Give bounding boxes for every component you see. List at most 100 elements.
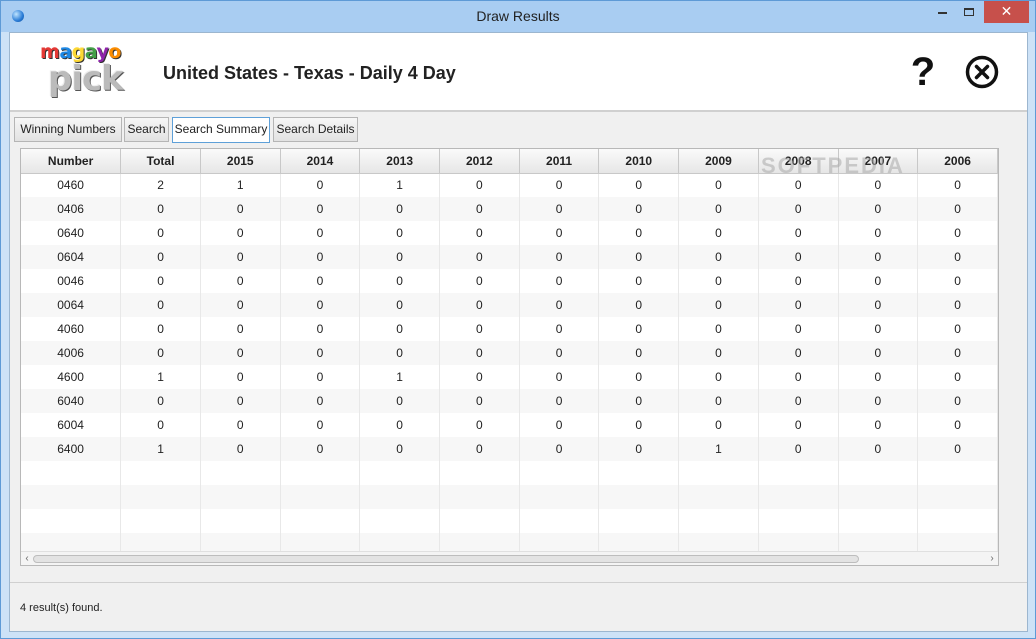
table-row[interactable]: 4060 0 0 0 0 0 0 0 0 0 0 0 [21, 317, 998, 341]
table-cell: 0 [280, 413, 361, 437]
table-cell: 0 [758, 221, 839, 245]
empty-cell [758, 509, 839, 533]
close-circle-icon [965, 55, 999, 89]
table-row[interactable]: 0046 0 0 0 0 0 0 0 0 0 0 0 [21, 269, 998, 293]
title-bar[interactable]: Draw Results ✕ [1, 1, 1035, 32]
table-cell: 0 [519, 317, 600, 341]
table-cell: 0 [758, 245, 839, 269]
table-cell: 0 [678, 173, 759, 197]
table-cell: 6400 [21, 437, 122, 461]
table-cell: 0 [439, 245, 520, 269]
empty-cell [280, 485, 361, 509]
table-cell: 0 [519, 197, 600, 221]
table-cell: 0 [359, 317, 440, 341]
table-cell: 0 [917, 245, 998, 269]
table-row[interactable]: 0604 0 0 0 0 0 0 0 0 0 0 0 [21, 245, 998, 269]
table-cell: 0 [519, 173, 600, 197]
scroll-right-icon[interactable]: › [986, 552, 998, 565]
table-cell: 0 [280, 317, 361, 341]
empty-cell [120, 461, 201, 485]
table-cell: 0460 [21, 173, 122, 197]
column-header[interactable]: Number [21, 149, 122, 174]
window-close-button[interactable]: ✕ [984, 1, 1029, 23]
column-header[interactable]: 2006 [917, 149, 998, 174]
table-cell: 0 [439, 221, 520, 245]
tab-search[interactable]: Search [124, 117, 169, 142]
table-header-row: Number Total 2015 2014 2013 2012 2011 2010 2009 2… [21, 149, 998, 174]
table-cell: 0 [280, 197, 361, 221]
table-cell: 0 [758, 293, 839, 317]
close-button[interactable] [965, 55, 999, 89]
empty-cell [838, 509, 919, 533]
empty-cell [200, 509, 281, 533]
tab-search-summary[interactable]: Search Summary [172, 117, 270, 143]
tab-search-details[interactable]: Search Details [273, 117, 358, 142]
table-cell: 0 [519, 413, 600, 437]
table-cell: 0 [598, 437, 680, 461]
table-cell: 0604 [21, 245, 122, 269]
column-header[interactable]: 2013 [359, 149, 440, 174]
maximize-icon [964, 7, 974, 16]
column-header[interactable]: 2015 [200, 149, 281, 174]
empty-cell [120, 509, 201, 533]
table-cell: 0 [678, 245, 759, 269]
table-cell: 0 [838, 389, 919, 413]
maximize-button[interactable] [956, 1, 982, 23]
empty-cell [598, 485, 680, 509]
column-header[interactable]: 2011 [519, 149, 600, 174]
empty-cell [280, 509, 361, 533]
table-row[interactable]: 6004 0 0 0 0 0 0 0 0 0 0 0 [21, 413, 998, 437]
table-row[interactable]: 0064 0 0 0 0 0 0 0 0 0 0 0 [21, 293, 998, 317]
table-row[interactable]: 0460 2 1 0 1 0 0 0 0 0 0 0 [21, 173, 998, 197]
empty-cell [678, 461, 759, 485]
table-cell: 0 [120, 293, 201, 317]
header: magayo pick United States - Texas - Dail… [10, 33, 1027, 112]
table-cell: 0 [758, 269, 839, 293]
table-cell: 4060 [21, 317, 122, 341]
table-cell: 0 [359, 221, 440, 245]
scrollbar-thumb[interactable] [33, 555, 859, 563]
tab-winning-numbers[interactable]: Winning Numbers [14, 117, 122, 142]
table-row[interactable]: 0406 0 0 0 0 0 0 0 0 0 0 0 [21, 197, 998, 221]
column-header[interactable]: 2012 [439, 149, 520, 174]
table-cell: 0 [758, 365, 839, 389]
scroll-left-icon[interactable]: ‹ [21, 552, 33, 565]
table-cell: 0 [200, 365, 281, 389]
column-header[interactable]: Total [120, 149, 201, 174]
table-cell: 0 [758, 413, 839, 437]
table-cell: 0 [678, 389, 759, 413]
column-header[interactable]: 2008 [758, 149, 839, 174]
table-cell: 0 [519, 365, 600, 389]
column-header[interactable]: 2014 [280, 149, 361, 174]
table-cell: 0 [678, 221, 759, 245]
table-cell: 0 [758, 317, 839, 341]
empty-cell [917, 461, 998, 485]
empty-cell [917, 509, 998, 533]
column-header[interactable]: 2007 [838, 149, 919, 174]
empty-cell [359, 485, 440, 509]
table-cell: 0 [200, 413, 281, 437]
table-cell: 0 [359, 293, 440, 317]
help-button[interactable]: ? [906, 50, 940, 94]
minimize-button[interactable] [929, 1, 955, 23]
table-cell: 0 [917, 389, 998, 413]
column-header[interactable]: 2009 [678, 149, 759, 174]
table-cell: 0 [280, 389, 361, 413]
column-header[interactable]: 2010 [598, 149, 680, 174]
table-row[interactable]: 6040 0 0 0 0 0 0 0 0 0 0 0 [21, 389, 998, 413]
table-row[interactable]: 0640 0 0 0 0 0 0 0 0 0 0 0 [21, 221, 998, 245]
table-cell: 0064 [21, 293, 122, 317]
table-cell: 0 [519, 269, 600, 293]
table-cell: 0 [758, 173, 839, 197]
table-cell: 0 [758, 197, 839, 221]
table-cell: 0 [359, 389, 440, 413]
table-cell: 0 [598, 317, 680, 341]
table-row[interactable]: 4006 0 0 0 0 0 0 0 0 0 0 0 [21, 341, 998, 365]
table-cell: 0 [439, 365, 520, 389]
table-cell: 0 [439, 173, 520, 197]
logo-wordmark-bottom: pick [48, 59, 124, 99]
horizontal-scrollbar[interactable]: ‹ › [21, 551, 998, 565]
table-row[interactable]: 4600 1 0 0 1 0 0 0 0 0 0 0 [21, 365, 998, 389]
empty-cell [200, 461, 281, 485]
table-row[interactable]: 6400 1 0 0 0 0 0 0 1 0 0 0 [21, 437, 998, 461]
